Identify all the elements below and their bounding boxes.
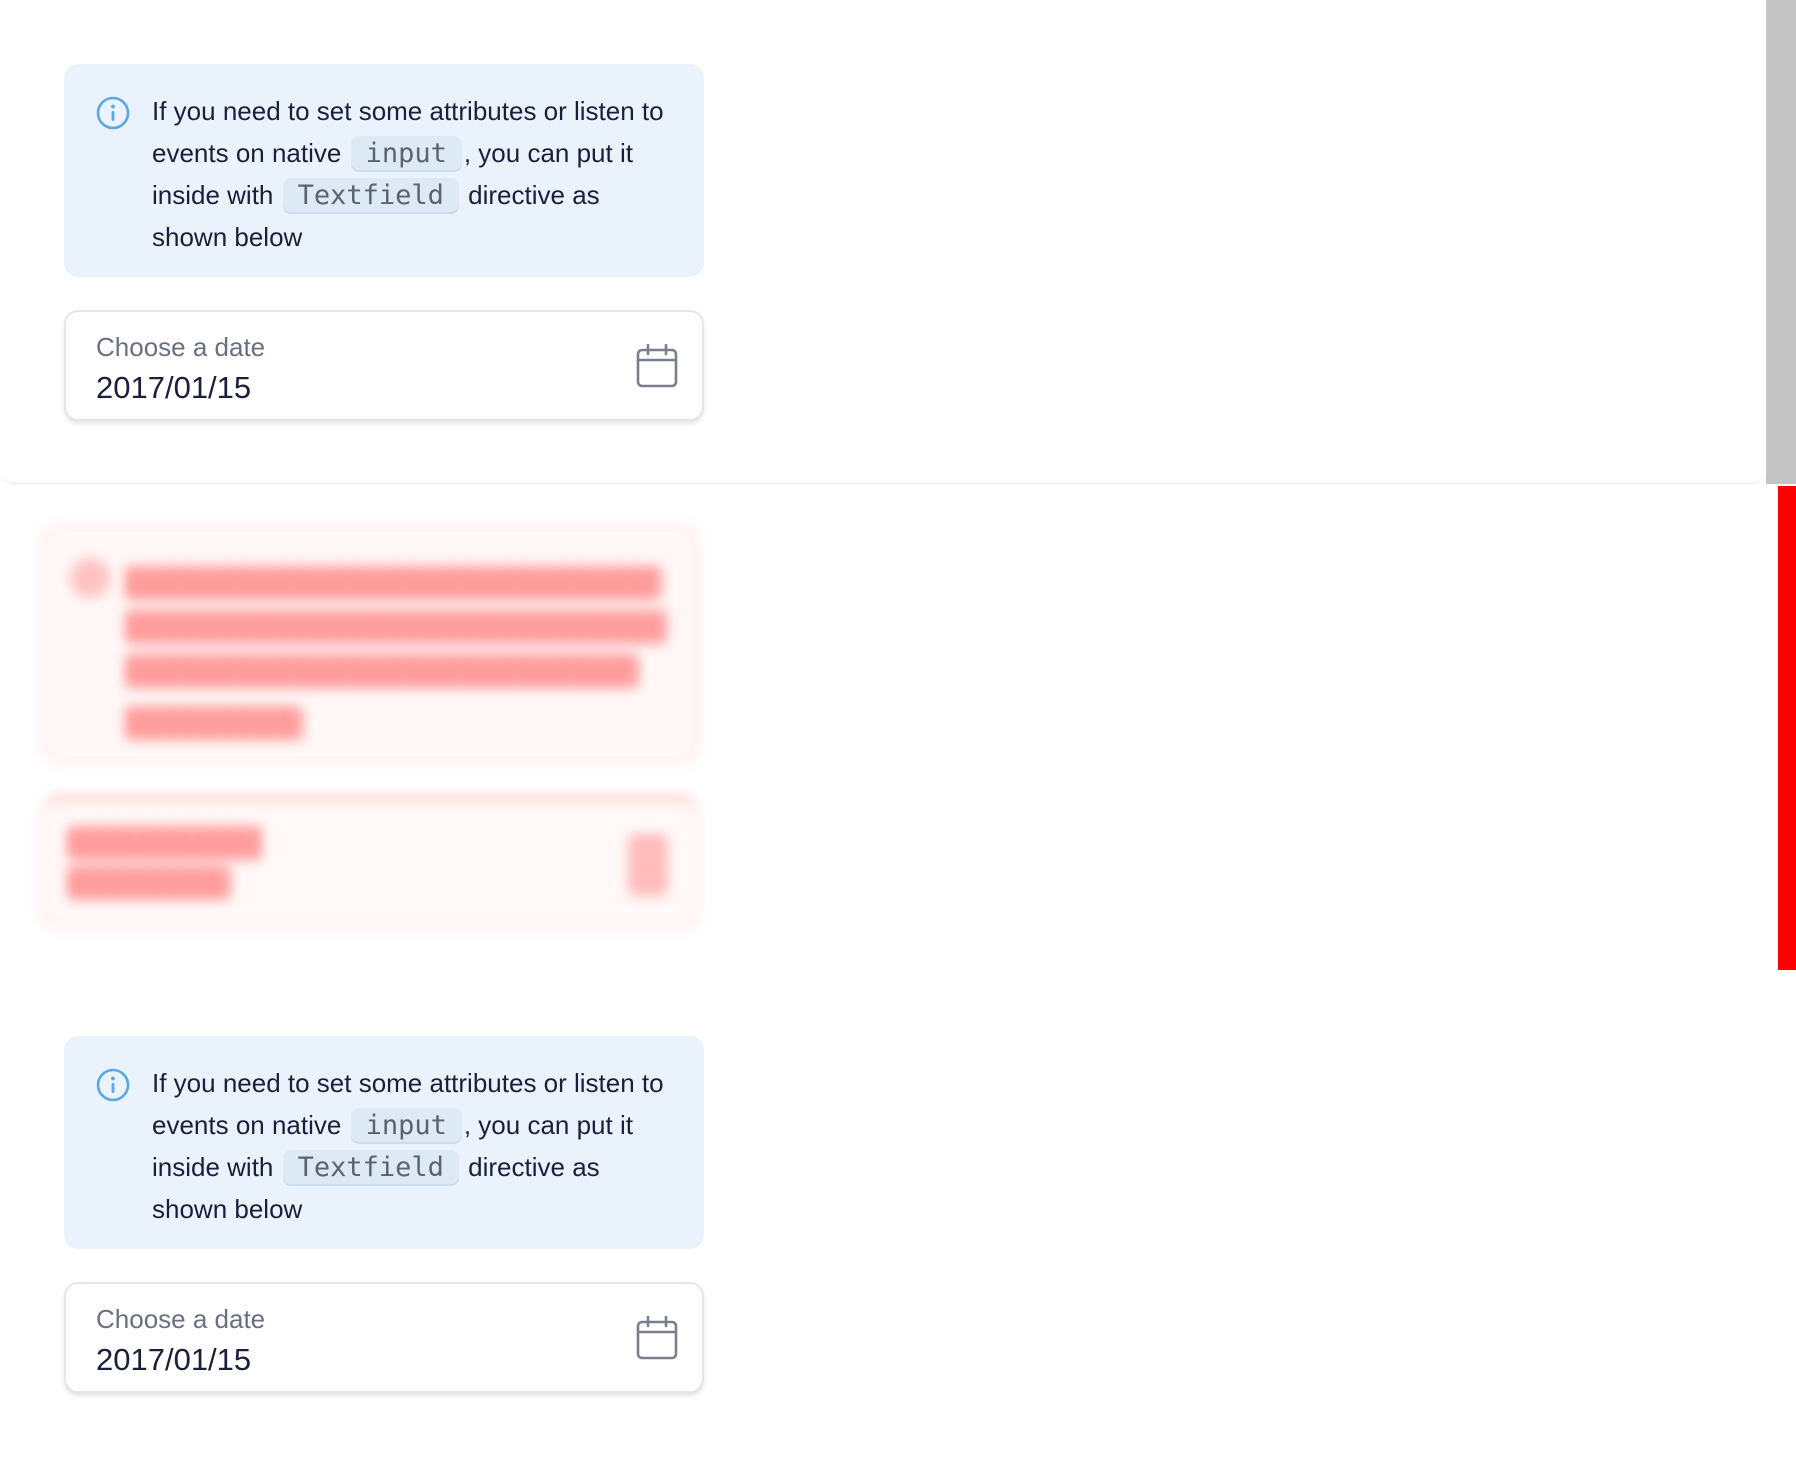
code-textfield: Textfield <box>282 178 459 214</box>
blurred-text-line <box>68 826 262 860</box>
date-field-label: Choose a date <box>96 332 266 362</box>
info-icon <box>96 96 130 130</box>
blurred-date-field <box>44 802 696 926</box>
info-hint: If you need to set some attributes or li… <box>64 1036 704 1249</box>
scrollbar-highlight[interactable] <box>1778 486 1796 970</box>
info-icon <box>96 1068 130 1102</box>
scrollbar[interactable] <box>1766 0 1796 484</box>
hint-text: If you need to set some attributes or li… <box>152 96 664 252</box>
blurred-text-line <box>126 654 638 688</box>
date-field-value[interactable]: 2017/01/15 <box>96 370 251 406</box>
hint-text: If you need to set some attributes or li… <box>152 1068 664 1224</box>
blurred-text-line <box>126 610 666 644</box>
page: If you need to set some attributes or li… <box>0 0 1796 1458</box>
blurred-info-icon <box>70 558 110 598</box>
code-input: input <box>350 1108 462 1144</box>
calendar-icon[interactable] <box>636 1316 678 1360</box>
code-textfield: Textfield <box>282 1150 459 1186</box>
date-field[interactable]: Choose a date 2017/01/15 <box>64 310 704 421</box>
date-field[interactable]: Choose a date 2017/01/15 <box>64 1282 704 1393</box>
blurred-text-line <box>126 566 662 600</box>
blurred-text-line <box>68 866 230 900</box>
info-hint: If you need to set some attributes or li… <box>64 64 704 277</box>
date-field-value[interactable]: 2017/01/15 <box>96 1342 251 1378</box>
code-input: input <box>350 136 462 172</box>
date-field-label: Choose a date <box>96 1304 266 1334</box>
calendar-icon[interactable] <box>636 344 678 388</box>
blurred-text-line <box>126 706 302 740</box>
blurred-calendar-icon <box>628 836 668 896</box>
top-panel: If you need to set some attributes or li… <box>0 0 1765 484</box>
